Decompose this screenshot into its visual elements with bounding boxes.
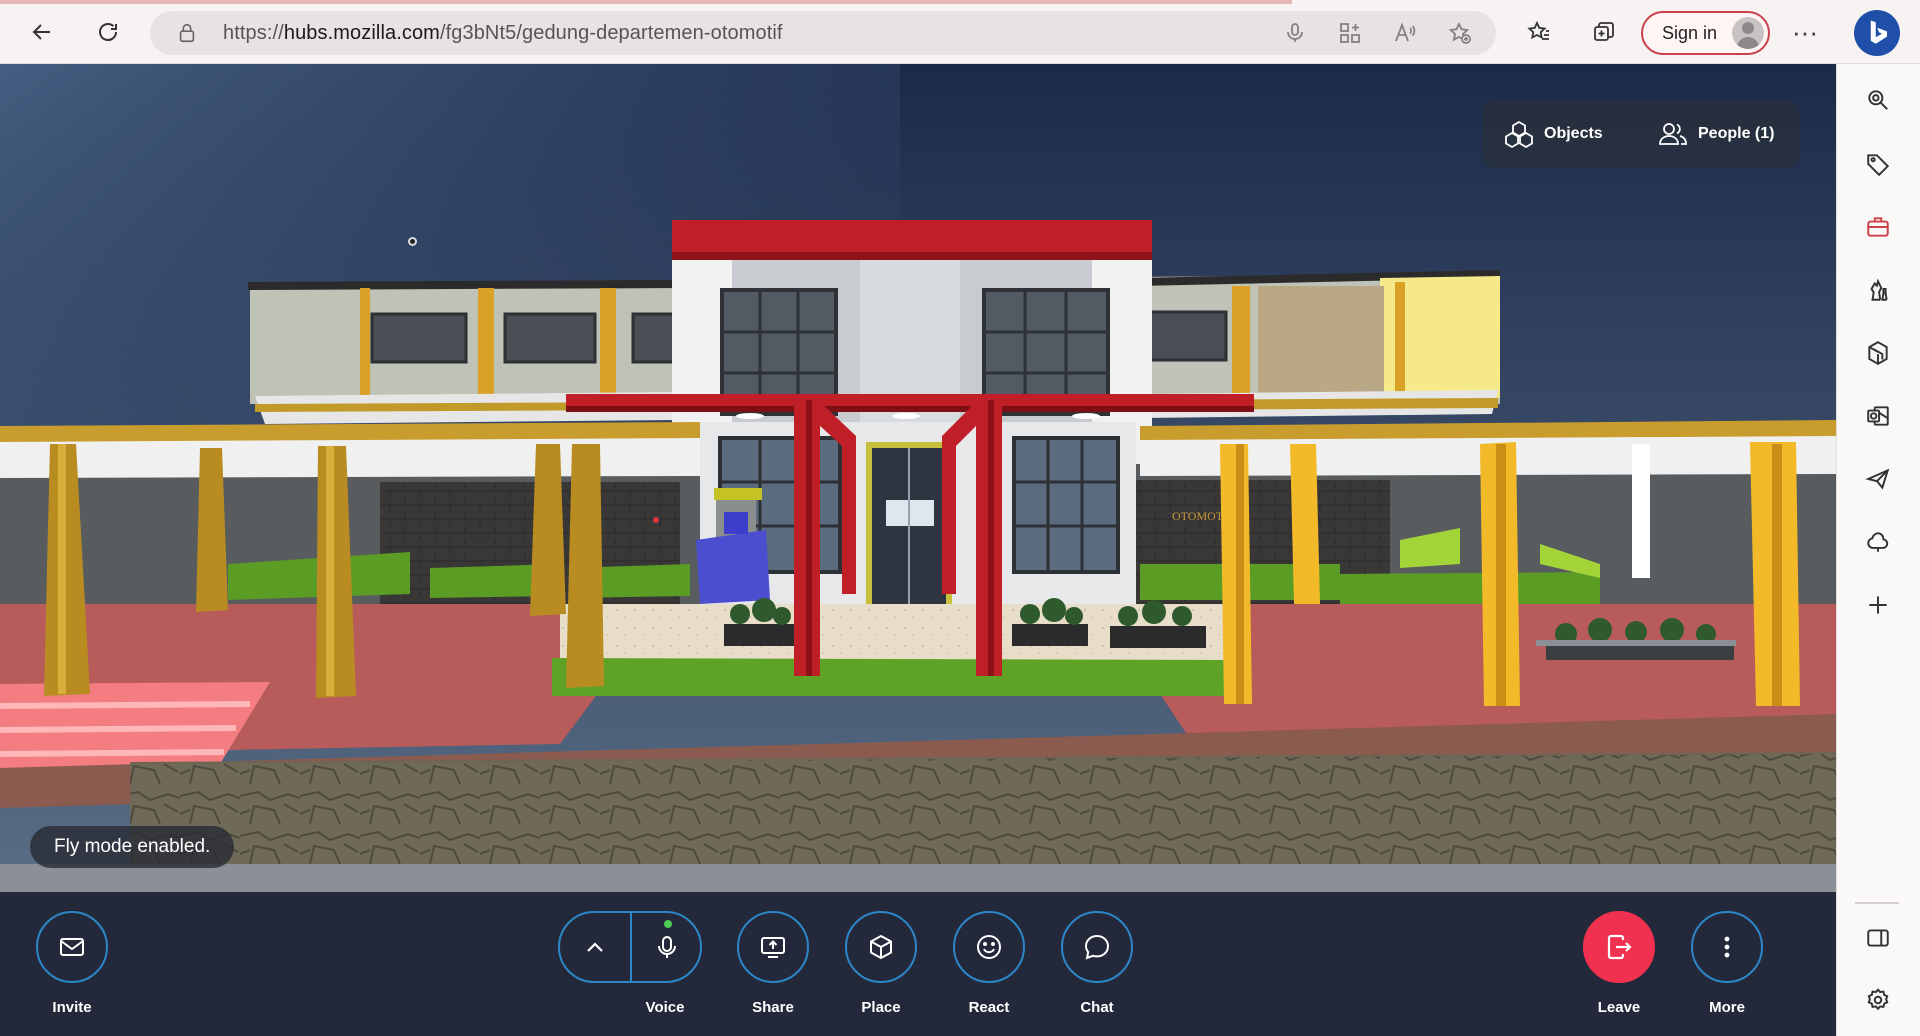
refresh-button[interactable]	[88, 12, 128, 52]
office-icon	[1868, 341, 1888, 365]
people-tab[interactable]: People (1)	[1658, 100, 1774, 168]
browser-toolbar: https://hubs.mozilla.com/fg3bNt5/gedung-…	[0, 0, 1920, 64]
fly-mode-toast: Fly mode enabled.	[30, 826, 235, 868]
scene-tabs-panel: Objects People (1)	[1482, 100, 1800, 168]
chat-label: Chat	[1080, 999, 1114, 1016]
cube-icon	[870, 934, 892, 960]
sidebar-send-button[interactable]	[1860, 461, 1896, 497]
mic-active-indicator	[664, 920, 672, 928]
react-circle	[953, 911, 1025, 983]
address-bar[interactable]: https://hubs.mozilla.com/fg3bNt5/gedung-…	[150, 11, 1496, 55]
add-favorite-icon[interactable]	[1448, 21, 1472, 45]
sidebar-search-button[interactable]	[1860, 82, 1896, 118]
leave-icon	[1607, 934, 1632, 960]
back-arrow-icon	[32, 24, 50, 40]
briefcase-icon	[1867, 217, 1889, 237]
bing-icon	[1870, 20, 1887, 44]
more-circle	[1691, 911, 1763, 983]
tag-icon	[1867, 154, 1890, 177]
url-prefix: https://	[223, 22, 284, 44]
voice-control-group	[558, 911, 702, 983]
sidebar-outlook-button[interactable]	[1860, 398, 1896, 434]
react-label: React	[968, 999, 1010, 1016]
leave-button[interactable]: Leave	[1574, 911, 1664, 1016]
chess-icon	[1870, 278, 1888, 301]
add-icon	[1869, 596, 1887, 614]
place-label: Place	[861, 999, 901, 1016]
share-button[interactable]: Share	[728, 911, 818, 1016]
hubs-toolbar: Invite Voice Share Place React Chat Leav…	[0, 892, 1836, 1036]
url-path: /fg3bNt5/gedung-departemen-otomotif	[439, 22, 783, 44]
invite-label: Invite	[52, 999, 92, 1016]
share-label: Share	[752, 999, 794, 1016]
lock-icon[interactable]	[176, 22, 198, 44]
pointer-cursor	[408, 237, 417, 246]
react-button[interactable]: React	[944, 911, 1034, 1016]
sidebar-tools-button[interactable]	[1860, 209, 1896, 245]
collections-button[interactable]	[1586, 14, 1622, 50]
favorites-icon	[1527, 20, 1549, 40]
place-button[interactable]: Place	[836, 911, 926, 1016]
voice-label: Voice	[645, 999, 685, 1016]
invite-button[interactable]: Invite	[27, 911, 117, 1016]
objects-tab-label: Objects	[1544, 125, 1603, 142]
search-icon	[1868, 90, 1888, 110]
chat-button[interactable]: Chat	[1052, 911, 1142, 1016]
outlook-icon	[1867, 406, 1889, 426]
settings-icon	[1867, 988, 1889, 1011]
send-icon	[1865, 468, 1890, 490]
sidebar-add-button[interactable]	[1860, 587, 1896, 623]
invite-circle	[36, 911, 108, 983]
more-menu-button[interactable]: ···	[1787, 14, 1823, 50]
sidebar-shopping-button[interactable]	[1860, 146, 1896, 182]
sidebar-divider	[1855, 902, 1899, 904]
mail-icon	[60, 938, 84, 956]
more-button[interactable]: More	[1682, 911, 1772, 1016]
sidebar-split-screen-button[interactable]	[1860, 920, 1896, 956]
cloud-icon	[1867, 532, 1889, 552]
more-vertical-icon	[1724, 936, 1730, 958]
chevron-up-icon	[587, 942, 603, 952]
sign-in-button[interactable]: Sign in	[1641, 11, 1770, 55]
place-circle	[845, 911, 917, 983]
hubs-3d-viewport[interactable]: OTOMOTIF Objects People (1) Fly mode ena…	[0, 64, 1836, 892]
microphone-icon[interactable]	[1283, 21, 1307, 45]
cubes-icon	[1505, 120, 1533, 149]
sidebar-cloud-button[interactable]	[1860, 524, 1896, 560]
tab-strip	[0, 0, 1292, 4]
refresh-icon	[99, 23, 117, 41]
collections-icon	[1594, 22, 1614, 41]
voice-options-button[interactable]	[560, 913, 630, 981]
scene-render[interactable]: OTOMOTIF	[0, 64, 1836, 892]
bing-copilot-button[interactable]	[1854, 10, 1900, 56]
leave-circle	[1583, 911, 1655, 983]
share-circle	[737, 911, 809, 983]
apps-icon[interactable]	[1338, 21, 1362, 45]
share-screen-icon	[761, 937, 785, 958]
sign-in-label: Sign in	[1662, 22, 1718, 43]
sidebar-office-button[interactable]	[1860, 335, 1896, 371]
back-button[interactable]	[22, 12, 62, 52]
smiley-icon	[977, 935, 1001, 959]
sidebar-settings-button[interactable]	[1860, 982, 1896, 1018]
sidebar-games-button[interactable]	[1860, 272, 1896, 308]
leave-label: Leave	[1597, 999, 1641, 1016]
more-label: More	[1709, 999, 1745, 1016]
url-text[interactable]: https://hubs.mozilla.com/fg3bNt5/gedung-…	[223, 22, 783, 45]
split-screen-icon	[1867, 929, 1889, 947]
read-aloud-icon[interactable]	[1393, 21, 1417, 45]
browser-sidebar	[1836, 64, 1920, 1036]
objects-tab[interactable]: Objects	[1504, 100, 1603, 168]
chat-circle	[1061, 911, 1133, 983]
people-icon	[1659, 123, 1687, 145]
people-tab-label: People (1)	[1698, 125, 1775, 142]
avatar	[1732, 17, 1764, 49]
microphone-icon	[658, 936, 676, 958]
chat-bubble-icon	[1084, 934, 1110, 960]
favorites-button[interactable]	[1521, 14, 1557, 50]
url-host: hubs.mozilla.com	[283, 22, 440, 44]
